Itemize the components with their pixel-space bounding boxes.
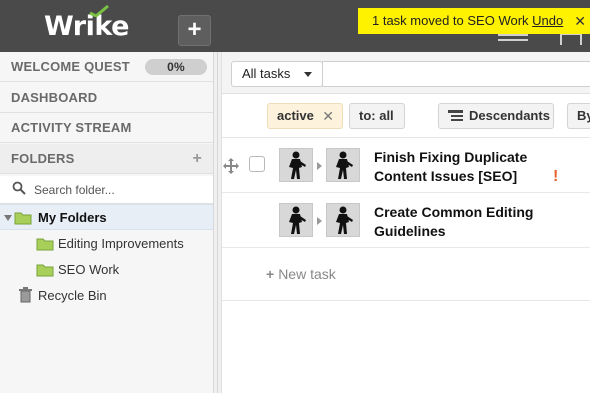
menu-icon[interactable] [498, 34, 528, 44]
view-select[interactable]: All tasks [231, 61, 323, 87]
assign-arrow-icon [317, 217, 322, 225]
sidebar-item-label: DASHBOARD [11, 90, 98, 105]
logo-text: Wrike [44, 11, 129, 42]
task-row[interactable]: Create Common Editing Guidelines [222, 193, 590, 248]
assignee-avatar[interactable] [326, 203, 360, 237]
logo-check-icon [89, 5, 109, 17]
sidebar: WELCOME QUEST 0% DASHBOARD ACTIVITY STRE… [0, 52, 214, 393]
app-window: Wrike + 1 task moved to SEO Work Undo ✕ … [0, 0, 590, 393]
author-avatar[interactable] [279, 203, 313, 237]
folder-label: SEO Work [58, 262, 120, 277]
author-avatar[interactable] [279, 148, 313, 182]
descendants-icon [448, 110, 463, 121]
assign-arrow-icon [317, 162, 322, 170]
layout-icon[interactable] [560, 33, 582, 45]
folder-tree-recycle-bin[interactable]: Recycle Bin [0, 283, 213, 309]
panel-splitter[interactable] [214, 52, 222, 393]
folder-icon [14, 212, 32, 225]
folder-icon [36, 264, 54, 277]
wrike-logo[interactable]: Wrike [44, 5, 129, 42]
importance-icon: ! [553, 168, 559, 185]
notification-banner: 1 task moved to SEO Work Undo ✕ [358, 8, 590, 34]
status-filter-chip[interactable]: active ✕ [267, 103, 343, 129]
sidebar-item-welcome-quest[interactable]: WELCOME QUEST 0% [0, 52, 213, 82]
sidebar-item-label: WELCOME QUEST [11, 59, 130, 74]
remove-filter-icon[interactable]: ✕ [322, 104, 334, 128]
search-folder-input[interactable] [34, 180, 204, 200]
folder-label: My Folders [38, 210, 107, 225]
task-row[interactable]: Finish Fixing Duplicate Content Issues [… [222, 138, 590, 193]
folder-tree-seo-work[interactable]: SEO Work [0, 257, 213, 283]
search-icon [12, 181, 26, 195]
folder-tree-editing-improvements[interactable]: Editing Improvements [0, 231, 213, 257]
task-title[interactable]: Create Common Editing Guidelines [374, 203, 554, 241]
recycle-bin-icon [19, 287, 32, 303]
task-checkbox[interactable] [249, 156, 265, 172]
chevron-down-icon [304, 72, 312, 77]
folder-label: Editing Improvements [58, 236, 184, 251]
user-silhouette-icon [336, 206, 353, 234]
drag-handle-icon[interactable] [223, 158, 239, 174]
sidebar-item-label: ACTIVITY STREAM [11, 120, 132, 135]
assignee-filter-button[interactable]: to: all [349, 103, 405, 129]
new-task-label: New task [278, 266, 336, 282]
user-silhouette-icon [289, 151, 306, 179]
status-filter-label: active [277, 108, 314, 123]
user-silhouette-icon [289, 206, 306, 234]
user-silhouette-icon [336, 151, 353, 179]
new-item-button[interactable]: + [178, 15, 211, 46]
divider [222, 300, 590, 301]
descendants-label: Descendants [469, 108, 550, 123]
collapse-icon[interactable] [4, 215, 12, 221]
assignee-avatar[interactable] [326, 148, 360, 182]
sort-by-button[interactable]: By [567, 103, 590, 129]
task-search-input[interactable] [322, 61, 590, 87]
folder-tree-my-folders[interactable]: My Folders [0, 204, 213, 230]
task-toolbar: All tasks [222, 52, 590, 94]
filter-bar: active ✕ to: all Descendants By [222, 94, 590, 138]
folder-icon [36, 238, 54, 251]
new-task-button[interactable]: + New task [266, 266, 336, 282]
sidebar-item-label: FOLDERS [11, 151, 75, 166]
descendants-button[interactable]: Descendants [438, 103, 554, 129]
folder-label: Recycle Bin [38, 288, 107, 303]
view-select-value: All tasks [242, 66, 291, 81]
task-title[interactable]: Finish Fixing Duplicate Content Issues [… [374, 148, 554, 186]
task-list-panel: All tasks active ✕ to: all Descendants B… [222, 52, 590, 393]
close-icon[interactable]: ✕ [574, 8, 586, 34]
top-bar: Wrike + 1 task moved to SEO Work Undo ✕ [0, 0, 590, 52]
notification-message: 1 task moved to SEO Work [372, 13, 529, 28]
plus-icon: + [266, 266, 275, 282]
add-folder-button[interactable]: + [192, 144, 202, 174]
quest-progress-badge: 0% [145, 59, 207, 75]
sidebar-item-activity-stream[interactable]: ACTIVITY STREAM [0, 113, 213, 143]
undo-link[interactable]: Undo [532, 13, 563, 28]
sidebar-item-dashboard[interactable]: DASHBOARD [0, 83, 213, 113]
folder-search [0, 176, 213, 204]
sidebar-section-folders[interactable]: FOLDERS + [0, 144, 213, 174]
